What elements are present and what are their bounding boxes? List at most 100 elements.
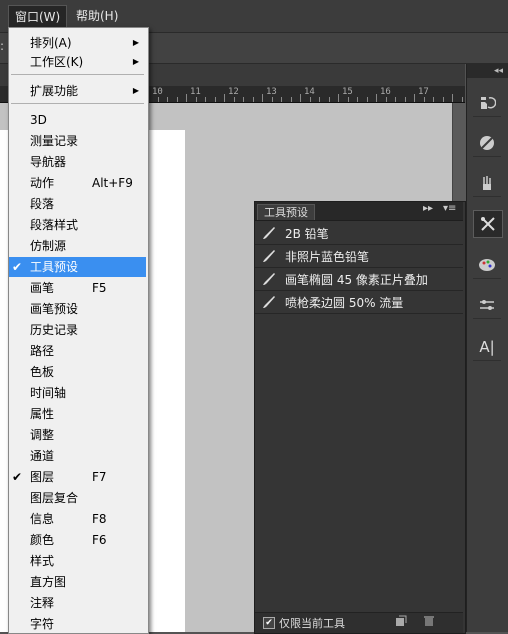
menu-item[interactable]: 画笔预设 xyxy=(9,299,146,319)
preset-row[interactable]: 喷枪柔边圆 50% 流量 xyxy=(255,291,463,314)
ruler-label: 11 xyxy=(190,87,201,97)
preset-name: 2B 铅笔 xyxy=(285,227,329,241)
menu-item[interactable]: 调整 xyxy=(9,425,146,445)
menu-separator xyxy=(11,74,144,75)
menu-item[interactable]: 导航器 xyxy=(9,152,146,172)
ruler-label: 16 xyxy=(380,87,391,97)
menu-item[interactable]: 注释 xyxy=(9,593,146,613)
menu-item-label: 动作 xyxy=(30,176,55,190)
current-tool-only-checkbox[interactable]: ✔ xyxy=(263,617,275,629)
ruler-label: 13 xyxy=(266,87,277,97)
ruler-tick xyxy=(461,97,463,102)
menu-item[interactable]: ✔ 工具预设 xyxy=(9,257,146,277)
ruler-tick xyxy=(290,97,292,102)
trash-icon[interactable] xyxy=(423,615,435,627)
panel-menu-button[interactable]: ▾≡ xyxy=(443,203,456,214)
menu-item-label: 信息 xyxy=(30,512,55,526)
ruler-tick xyxy=(338,94,339,102)
menu-item[interactable]: 样式 xyxy=(9,551,146,571)
ruler-tick xyxy=(385,97,387,102)
color-icon[interactable] xyxy=(473,130,501,157)
menu-item[interactable]: 时间轴 xyxy=(9,383,146,403)
dock-collapse-button[interactable]: ◂◂ xyxy=(467,64,508,78)
menu-item-shortcut: F6 xyxy=(92,533,107,547)
menu-item-label: 调整 xyxy=(30,428,55,442)
menu-item-label: 注释 xyxy=(30,596,55,610)
ruler-tick xyxy=(300,94,301,102)
panel-collapse-button[interactable]: ▸▸ xyxy=(423,203,433,214)
menu-item-label: 属性 xyxy=(30,407,55,421)
brush-presets-icon[interactable] xyxy=(473,292,501,319)
ruler-tick xyxy=(366,97,368,102)
menu-item[interactable]: 历史记录 xyxy=(9,320,146,340)
ruler-tick xyxy=(423,97,425,102)
ruler-tick xyxy=(233,97,235,102)
menu-item-label: 测量记录 xyxy=(30,134,79,148)
menu-item[interactable]: 段落样式 xyxy=(9,215,146,235)
checkmark-icon: ✔ xyxy=(12,470,23,484)
menu-item[interactable]: 排列(A) ▶ xyxy=(9,33,146,53)
ruler-tick xyxy=(224,94,225,102)
character-icon[interactable]: A| xyxy=(473,334,501,361)
menu-item-label: 图层 xyxy=(30,470,55,484)
menu-item-label: 排列(A) xyxy=(30,36,72,50)
menu-item[interactable]: 颜色 F6 xyxy=(9,530,146,550)
menu-item[interactable]: 图层复合 xyxy=(9,488,146,508)
ruler-label: 17 xyxy=(418,87,429,97)
menu-item-label: 色板 xyxy=(30,365,55,379)
preset-row[interactable]: 2B 铅笔 xyxy=(255,222,463,245)
menu-item[interactable]: 段落 xyxy=(9,194,146,214)
tab-tool-presets[interactable]: 工具预设 xyxy=(257,204,315,220)
menu-item-label: 画笔 xyxy=(30,281,55,295)
panel-footer: ✔ 仅限当前工具 xyxy=(255,612,463,633)
new-preset-icon[interactable] xyxy=(395,615,407,627)
menu-item-label: 通道 xyxy=(30,449,55,463)
menu-item[interactable]: 画笔 F5 xyxy=(9,278,146,298)
swatches-icon[interactable] xyxy=(473,252,501,279)
ruler-tick xyxy=(281,97,282,102)
menu-item[interactable]: 属性 xyxy=(9,404,146,424)
panel-tab-bar: 工具预设 ▸▸ ▾≡ xyxy=(255,202,463,221)
menu-help[interactable]: 帮助(H) xyxy=(70,5,124,27)
menu-item[interactable]: 路径 xyxy=(9,341,146,361)
ruler-tick xyxy=(271,97,273,102)
menu-separator xyxy=(11,103,144,104)
ruler-tick xyxy=(195,97,197,102)
ruler-tick xyxy=(328,97,330,102)
tool-presets-icon[interactable] xyxy=(473,210,503,238)
panel-dock: ◂◂ A| xyxy=(466,64,508,632)
menu-item-label: 画笔预设 xyxy=(30,302,79,316)
menu-item[interactable]: 扩展功能 ▶ xyxy=(9,81,146,101)
history-icon[interactable] xyxy=(473,90,501,117)
ruler-tick xyxy=(186,94,187,102)
menu-item[interactable]: 3D xyxy=(9,110,146,130)
ruler-tick xyxy=(214,97,216,102)
preset-row[interactable]: 非照片蓝色铅笔 xyxy=(255,245,463,268)
menu-item[interactable]: 字符 xyxy=(9,614,146,634)
ruler-tick xyxy=(404,97,406,102)
menu-item-label: 时间轴 xyxy=(30,386,67,400)
ruler-tick xyxy=(167,97,168,102)
menu-item[interactable]: 动作 Alt+F9 xyxy=(9,173,146,193)
menu-item[interactable]: ✔ 图层 F7 xyxy=(9,467,146,487)
menu-item-label: 仿制源 xyxy=(30,239,67,253)
menu-item[interactable]: 色板 xyxy=(9,362,146,382)
ruler-label: 15 xyxy=(342,87,353,97)
menu-item[interactable]: 工作区(K) ▶ xyxy=(9,52,146,72)
brushes-icon[interactable] xyxy=(473,170,501,197)
ruler-tick xyxy=(243,97,244,102)
menu-item[interactable]: 仿制源 xyxy=(9,236,146,256)
menu-item[interactable]: 通道 xyxy=(9,446,146,466)
menu-item[interactable]: 测量记录 xyxy=(9,131,146,151)
preset-name: 喷枪柔边圆 50% 流量 xyxy=(285,296,404,310)
menu-item-label: 字符 xyxy=(30,617,55,631)
submenu-arrow-icon: ▶ xyxy=(132,38,139,47)
brush-icon xyxy=(263,250,275,262)
menu-item[interactable]: 信息 F8 xyxy=(9,509,146,529)
ruler-label: 12 xyxy=(228,87,239,97)
menu-item-shortcut: F7 xyxy=(92,470,107,484)
menu-item[interactable]: 直方图 xyxy=(9,572,146,592)
preset-row[interactable]: 画笔椭圆 45 像素正片叠加 xyxy=(255,268,463,291)
menu-item-label: 样式 xyxy=(30,554,55,568)
menu-window[interactable]: 窗口(W) xyxy=(8,5,68,28)
